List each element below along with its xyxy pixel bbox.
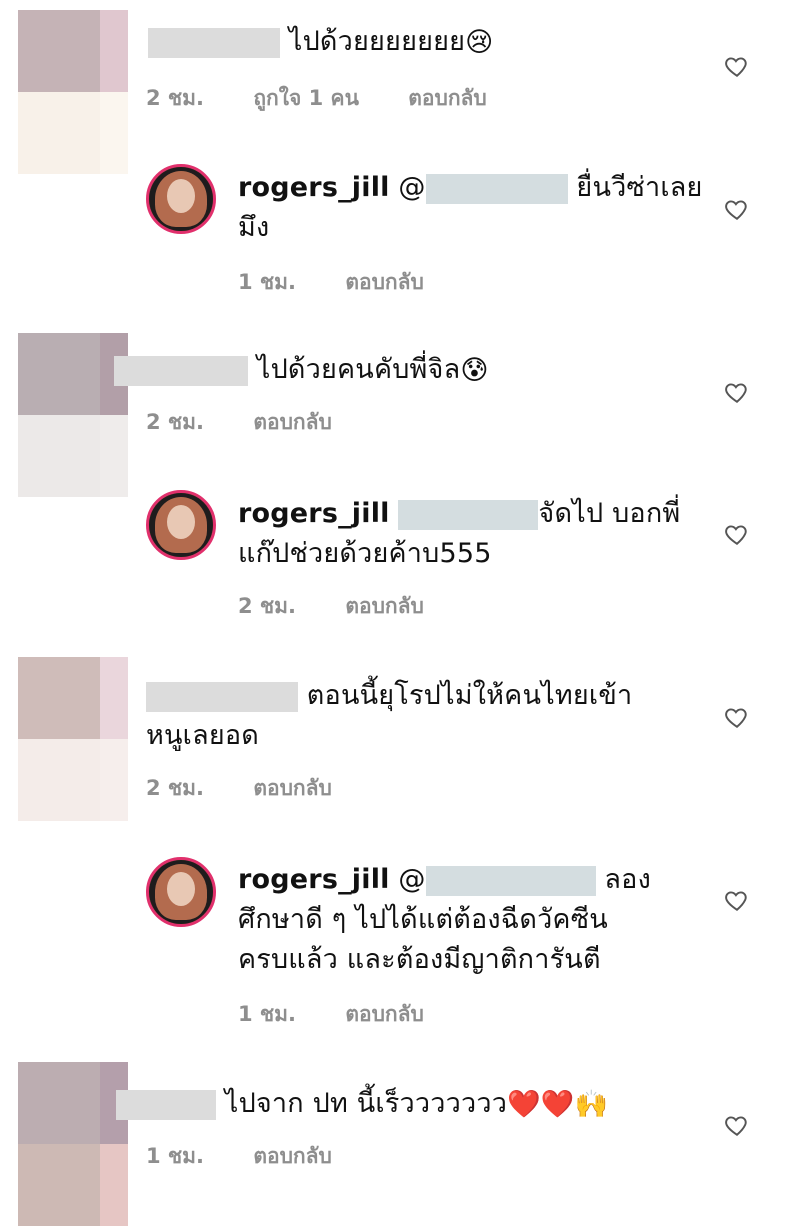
timestamp: 1 ชม. <box>238 270 296 294</box>
comment-meta: 1 ชม. ตอบกลับ <box>146 1140 374 1173</box>
reply-meta: 2 ชม. ตอบกลับ <box>238 590 466 623</box>
heart-icon[interactable] <box>724 1112 750 1138</box>
anxious-emoji: 😰 <box>460 354 489 386</box>
redacted-mention <box>116 1089 216 1120</box>
username[interactable]: rogers_jill <box>238 864 390 895</box>
reply-meta: 1 ชม. ตอบกลับ <box>238 998 466 1031</box>
comment-text: ไปด้วยยยยยยย😢 <box>148 22 494 63</box>
reply-meta: 1 ชม. ตอบกลับ <box>238 266 466 299</box>
timestamp: 2 ชม. <box>146 410 204 434</box>
blurred-avatar[interactable] <box>18 1062 128 1226</box>
timestamp: 2 ชม. <box>238 594 296 618</box>
reply-text: rogers_jill จัดไป บอกพี่ แก๊ปช่วยด้วยค้า… <box>238 498 681 569</box>
comment-meta: 2 ชม. ถูกใจ 1 คน ตอบกลับ <box>146 82 529 115</box>
redacted-mention <box>146 681 298 712</box>
redacted-mention <box>425 173 568 204</box>
reply-button[interactable]: ตอบกลับ <box>345 270 424 294</box>
heart-icon[interactable] <box>724 521 750 547</box>
heart-icon[interactable] <box>724 196 750 222</box>
heart-icon[interactable] <box>724 704 750 730</box>
redacted-mention <box>114 355 248 386</box>
crying-emoji: 😢 <box>465 26 494 58</box>
reply-text: rogers_jill @ ยื่นวีซ่าเลย มึง <box>238 172 703 243</box>
comment-meta: 2 ชม. ตอบกลับ <box>146 772 374 805</box>
avatar[interactable] <box>146 164 216 234</box>
reply-button[interactable]: ตอบกลับ <box>345 1002 424 1026</box>
reply-button[interactable]: ตอบกลับ <box>408 86 487 110</box>
timestamp: 2 ชม. <box>146 776 204 800</box>
heart-icon[interactable] <box>724 53 750 79</box>
username[interactable]: rogers_jill <box>238 172 390 203</box>
reply-text: rogers_jill @ ลอง ศึกษาดี ๆ ไปได้แต่ต้อง… <box>238 864 651 975</box>
comment-text: ไปด้วยคนคับพี่จิล😰 <box>114 350 489 391</box>
blurred-avatar[interactable] <box>18 657 128 821</box>
comment-text: ตอนนี้ยุโรปไม่ให้คนไทยเข้า หนูเลยอด <box>146 680 633 751</box>
username[interactable]: rogers_jill <box>238 498 390 529</box>
blurred-avatar[interactable] <box>18 10 128 174</box>
likes-count[interactable]: ถูกใจ 1 คน <box>253 86 359 110</box>
redacted-mention <box>398 499 539 530</box>
timestamp: 2 ชม. <box>146 86 204 110</box>
avatar[interactable] <box>146 490 216 560</box>
avatar[interactable] <box>146 857 216 927</box>
reply-button[interactable]: ตอบกลับ <box>345 594 424 618</box>
heart-icon[interactable] <box>724 887 750 913</box>
comment-meta: 2 ชม. ตอบกลับ <box>146 406 374 439</box>
hearts-and-raised-hands-emoji: ❤️❤️🙌 <box>507 1088 609 1120</box>
reply-button[interactable]: ตอบกลับ <box>253 1144 332 1168</box>
heart-icon[interactable] <box>724 379 750 405</box>
reply-button[interactable]: ตอบกลับ <box>253 410 332 434</box>
comment-text: ไปจาก ปท นี้เร็ววววววว❤️❤️🙌 <box>116 1084 609 1125</box>
blurred-avatar[interactable] <box>18 333 128 497</box>
timestamp: 1 ชม. <box>238 1002 296 1026</box>
redacted-mention <box>425 865 596 896</box>
redacted-mention <box>148 27 280 58</box>
timestamp: 1 ชม. <box>146 1144 204 1168</box>
reply-button[interactable]: ตอบกลับ <box>253 776 332 800</box>
